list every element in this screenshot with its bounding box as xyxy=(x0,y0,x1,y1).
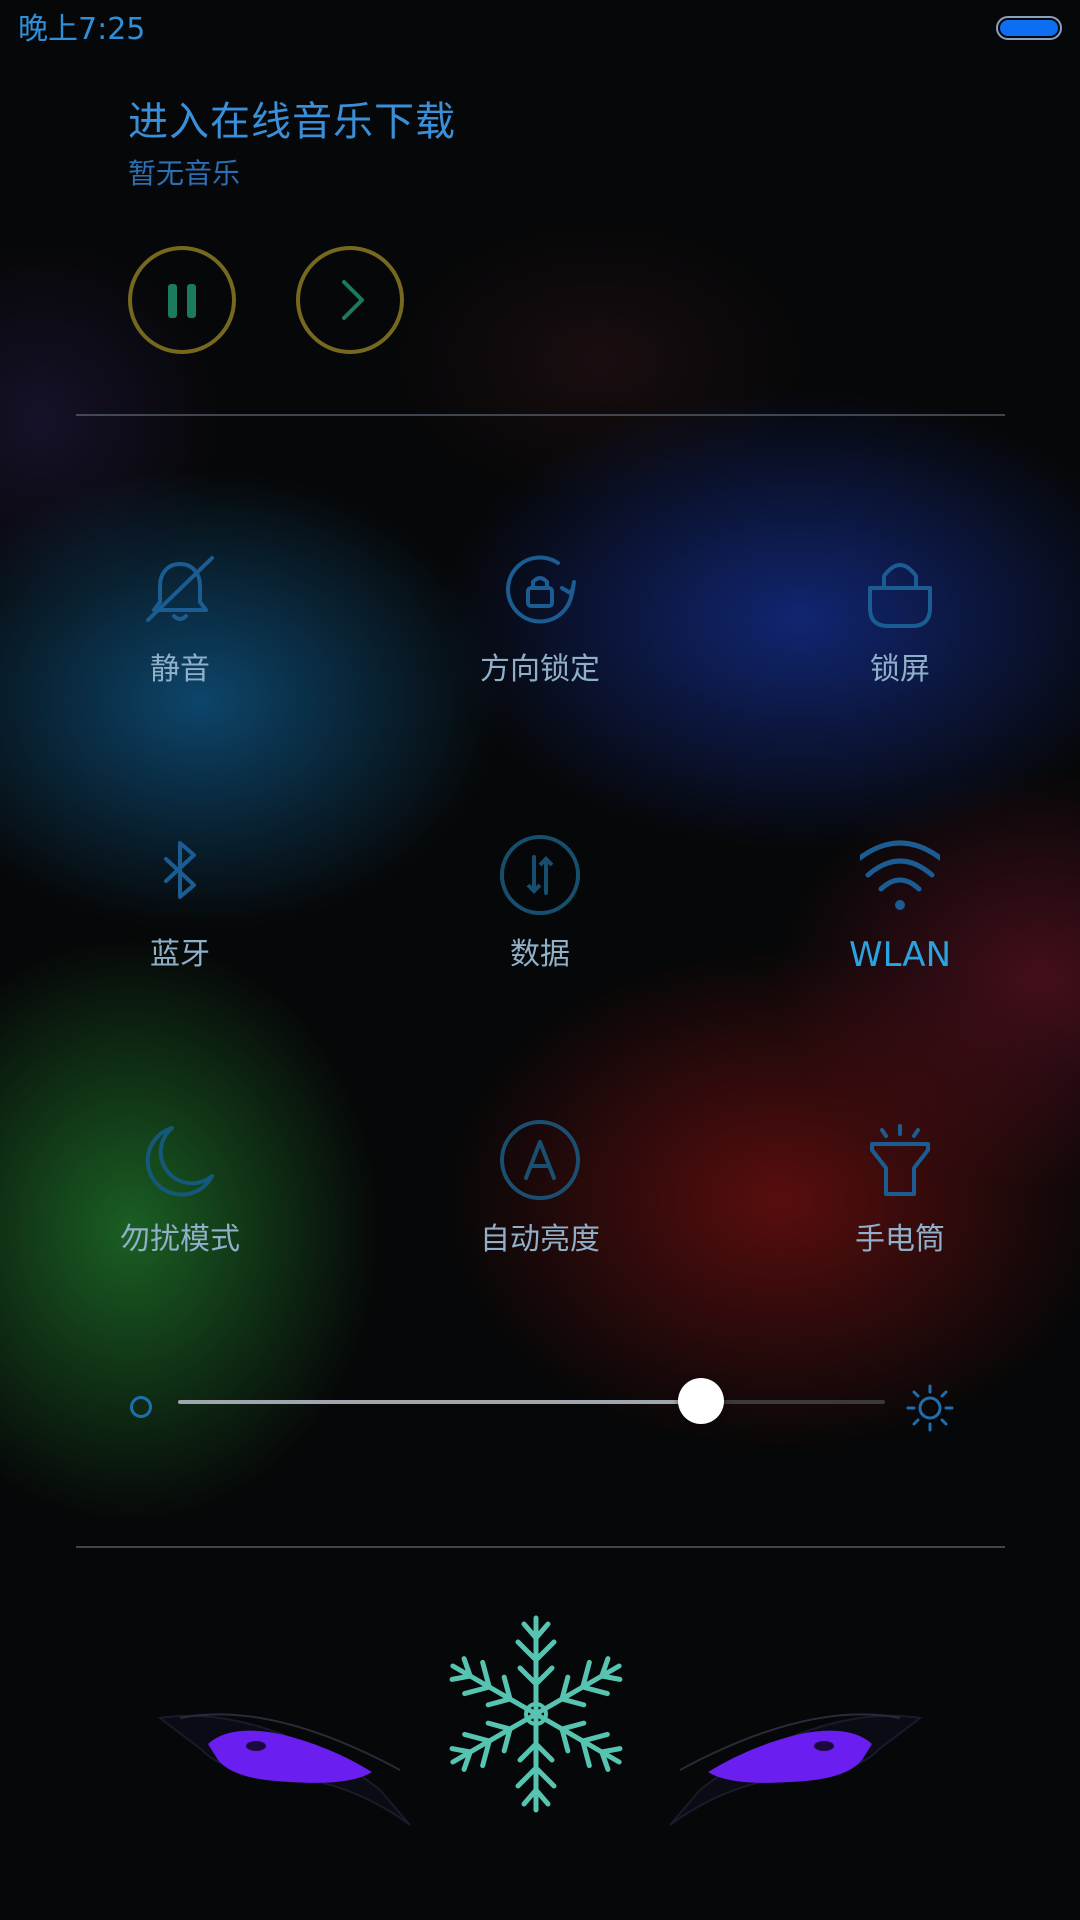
top-divider xyxy=(76,414,1005,416)
bell-off-icon xyxy=(146,556,214,622)
toggle-wlan[interactable]: WLAN xyxy=(750,835,1050,1035)
toggle-auto-brightness[interactable]: 自动亮度 xyxy=(390,1120,690,1320)
right-eye-icon xyxy=(669,1713,923,1826)
toggle-label: 锁屏 xyxy=(870,652,930,687)
left-eye-icon xyxy=(157,1713,411,1826)
wifi-icon xyxy=(860,840,940,910)
decorative-art xyxy=(157,1615,923,1826)
toggle-do-not-disturb[interactable]: 勿扰模式 xyxy=(30,1120,330,1320)
pause-icon xyxy=(168,284,196,318)
battery-icon xyxy=(996,16,1062,40)
battery-level-fill xyxy=(1000,20,1058,36)
auto-brightness-icon xyxy=(500,1120,580,1200)
moon-icon xyxy=(145,1126,214,1197)
music-subtitle: 暂无音乐 xyxy=(128,157,241,190)
bluetooth-icon xyxy=(164,841,196,899)
control-center-screen: 晚上7:25 进入在线音乐下载 暂无音乐 静音 方向锁定 锁屏 蓝牙 数据 WL… xyxy=(0,0,1080,1920)
brightness-low-icon xyxy=(130,1396,152,1418)
toggle-label: 勿扰模式 xyxy=(120,1222,240,1257)
pause-button[interactable] xyxy=(128,246,236,354)
bottom-divider xyxy=(76,1546,1005,1548)
brightness-slider[interactable] xyxy=(178,1378,885,1424)
toggle-mute[interactable]: 静音 xyxy=(30,550,330,750)
lock-icon xyxy=(868,563,932,628)
sun-icon xyxy=(906,1384,954,1432)
toggle-label: 蓝牙 xyxy=(150,937,210,972)
brightness-slider-fill xyxy=(178,1400,702,1404)
mobile-data-icon xyxy=(500,835,580,915)
toggle-label: 手电筒 xyxy=(855,1222,945,1257)
toggle-label: 静音 xyxy=(150,652,210,687)
music-title[interactable]: 进入在线音乐下载 xyxy=(128,94,456,150)
toggle-flashlight[interactable]: 手电筒 xyxy=(750,1120,1050,1320)
toggle-label: 方向锁定 xyxy=(480,652,600,687)
chevron-right-icon xyxy=(342,280,364,320)
flashlight-icon xyxy=(870,1124,930,1196)
toggle-label: 自动亮度 xyxy=(480,1222,600,1257)
rotation-lock-icon xyxy=(506,555,576,624)
status-time: 晚上7:25 xyxy=(18,12,146,47)
toggle-label: 数据 xyxy=(510,937,570,972)
brightness-slider-thumb[interactable] xyxy=(678,1378,725,1424)
toggle-rotation-lock[interactable]: 方向锁定 xyxy=(390,550,690,750)
toggle-label: WLAN xyxy=(848,935,952,975)
toggle-mobile-data[interactable]: 数据 xyxy=(390,835,690,1035)
next-button[interactable] xyxy=(296,246,404,354)
toggle-lock-screen[interactable]: 锁屏 xyxy=(750,550,1050,750)
toggle-bluetooth[interactable]: 蓝牙 xyxy=(30,835,330,1035)
snowflake-icon xyxy=(444,1615,628,1810)
